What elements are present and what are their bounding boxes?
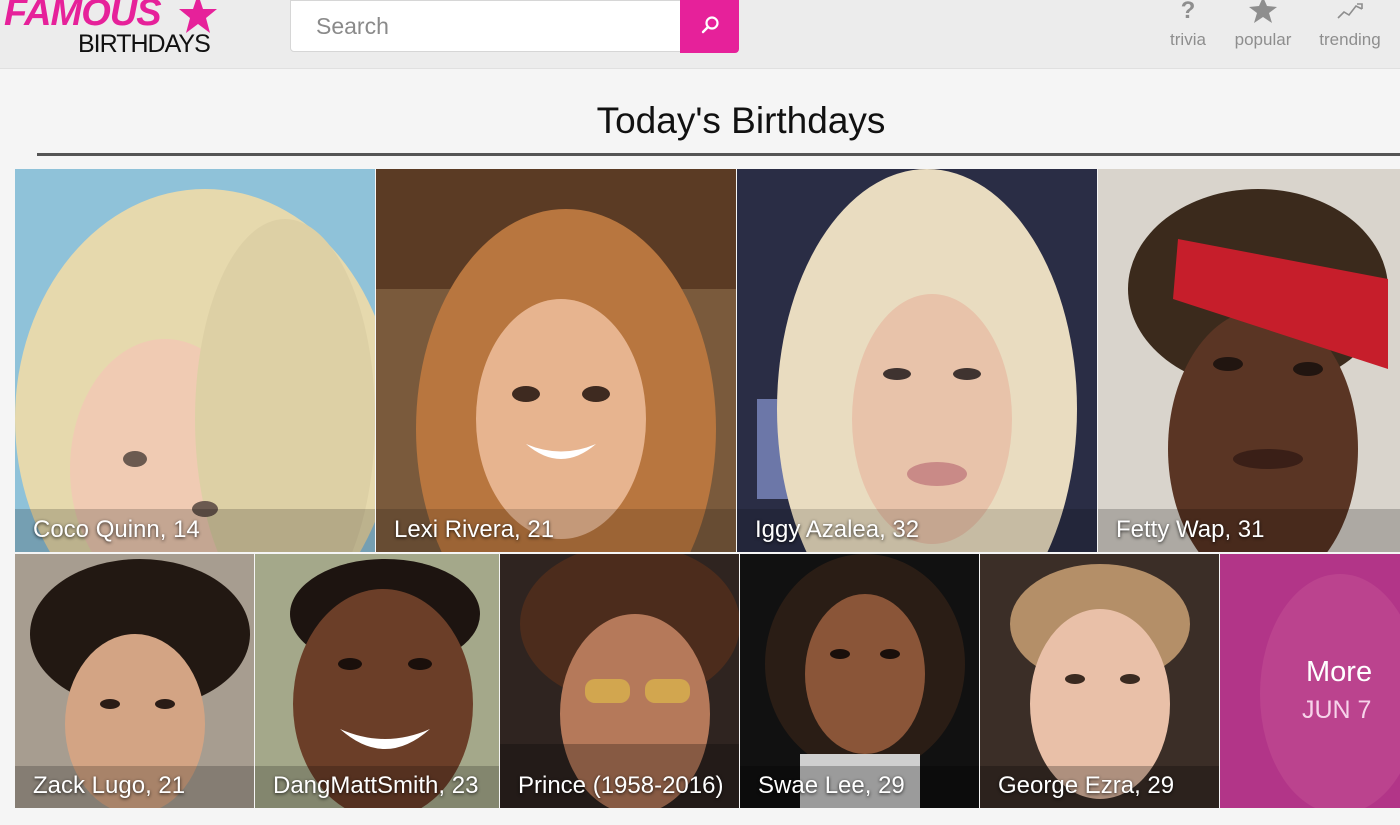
- celebrity-photo: [1098, 169, 1400, 552]
- search-icon: [701, 16, 719, 34]
- celebrity-photo: [737, 169, 1097, 552]
- celebrity-caption: DangMattSmith, 23: [273, 772, 479, 799]
- celebrity-caption: Prince (1958-2016): [518, 772, 724, 799]
- celebrity-photo: [500, 554, 739, 808]
- celebrity-photo: [15, 554, 254, 808]
- logo-birthdays-text: BIRTHDAYS: [78, 30, 211, 58]
- page-title: Today's Birthdays: [596, 100, 886, 141]
- trending-icon: [1337, 3, 1363, 19]
- search-box: [290, 0, 682, 52]
- famous-birthdays-logo[interactable]: FAMOUS BIRTHDAYS: [4, 0, 224, 62]
- celebrity-caption: Swae Lee, 29: [758, 772, 905, 799]
- svg-text:?: ?: [1181, 0, 1196, 24]
- celebrity-photo: [376, 169, 736, 552]
- celebrity-tile[interactable]: George Ezra, 29: [980, 554, 1219, 808]
- celebrity-tile[interactable]: Swae Lee, 29: [740, 554, 979, 808]
- celebrity-photo: [15, 169, 375, 552]
- nav-popular-label: popular: [1234, 30, 1292, 49]
- celebrity-tile[interactable]: Zack Lugo, 21: [15, 554, 254, 808]
- celebrity-photo: [980, 554, 1219, 808]
- celebrity-tile[interactable]: Fetty Wap, 31: [1098, 169, 1400, 552]
- celebrity-caption: George Ezra, 29: [998, 772, 1175, 799]
- star-icon: [1249, 0, 1277, 23]
- celebrity-caption: Fetty Wap, 31: [1116, 516, 1265, 543]
- more-birthdays-tile[interactable]: More JUN 7: [1220, 554, 1400, 808]
- nav-trending[interactable]: trending: [1312, 0, 1388, 60]
- more-label: More: [1306, 656, 1373, 688]
- title-divider: [37, 153, 1400, 156]
- nav-trending-label: trending: [1319, 30, 1381, 49]
- celebrity-tile[interactable]: Lexi Rivera, 21: [376, 169, 736, 552]
- nav-popular[interactable]: popular: [1228, 0, 1298, 60]
- celebrity-tile[interactable]: Prince (1958-2016): [500, 554, 739, 808]
- celebrity-photo: [255, 554, 499, 808]
- question-icon: ?: [1181, 0, 1196, 24]
- site-header: FAMOUS BIRTHDAYS ? trivia popular trendi…: [0, 0, 1400, 69]
- nav-trivia[interactable]: ? trivia: [1160, 0, 1216, 60]
- search-input[interactable]: [291, 1, 679, 51]
- celebrity-caption: Lexi Rivera, 21: [394, 516, 555, 543]
- celebrity-caption: Iggy Azalea, 32: [755, 516, 920, 543]
- nav-trivia-label: trivia: [1170, 30, 1206, 49]
- more-date: JUN 7: [1302, 696, 1372, 724]
- celebrity-tile[interactable]: Iggy Azalea, 32: [737, 169, 1097, 552]
- search-button[interactable]: [680, 0, 739, 53]
- celebrity-tile[interactable]: DangMattSmith, 23: [255, 554, 499, 808]
- celebrity-caption: Zack Lugo, 21: [33, 772, 186, 799]
- celebrity-photo: [740, 554, 979, 808]
- celebrity-caption: Coco Quinn, 14: [33, 516, 200, 543]
- celebrity-tile[interactable]: Coco Quinn, 14: [15, 169, 375, 552]
